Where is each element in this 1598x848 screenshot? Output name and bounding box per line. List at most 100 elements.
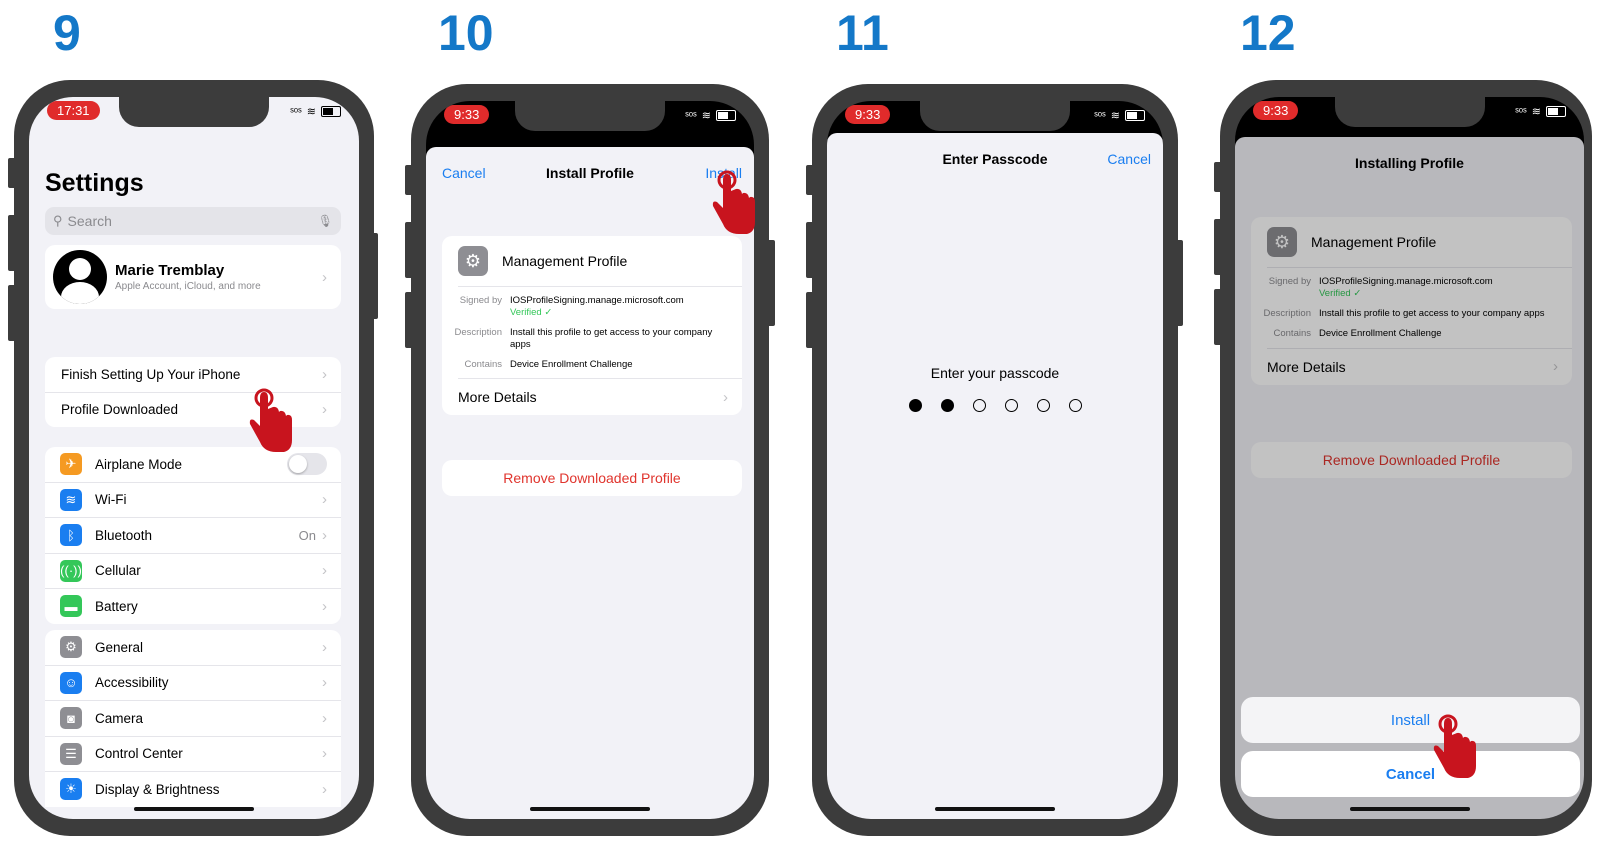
row-label: Airplane Mode (95, 456, 183, 472)
wifi-row[interactable]: ≋ Wi-Fi › (45, 483, 341, 518)
chevron-right-icon: › (723, 388, 728, 406)
step-number-10: 10 (438, 5, 494, 61)
signed-by-value: IOSProfileSigning.manage.microsoft.com (510, 295, 684, 306)
search-placeholder: Search (67, 213, 112, 229)
sos-icon: ˢᵒˢ (685, 109, 697, 122)
account-card[interactable]: Marie Tremblay Apple Account, iCloud, an… (45, 245, 341, 309)
tap-hand-icon (1433, 714, 1476, 778)
cellular-row[interactable]: ((·)) Cellular › (45, 554, 341, 589)
remove-profile-button[interactable]: Remove Downloaded Profile (442, 460, 742, 496)
sos-icon: ˢᵒˢ (290, 105, 302, 118)
sos-icon: ˢᵒˢ (1094, 109, 1106, 122)
chevron-right-icon: › (322, 674, 327, 692)
passcode-dot-empty (1068, 399, 1082, 412)
wifi-status-icon: ≋ (1531, 106, 1541, 118)
confirm-install-button[interactable]: Install (1241, 697, 1580, 743)
notch (1334, 97, 1485, 127)
search-input[interactable]: ⚲ Search 🎙 (45, 207, 341, 235)
airplane-mode-toggle[interactable] (287, 453, 327, 476)
phone-screen-1: 17:31 ˢᵒˢ ≋ Settings ⚲ Search 🎙 Marie Tre… (29, 97, 359, 819)
brightness-icon: ☀ (60, 778, 82, 801)
phone-frame-3: 9:33 ˢᵒˢ ≋ Enter Passcode Cancel Enter yo… (812, 84, 1178, 836)
chevron-right-icon: › (322, 562, 327, 580)
airplane-mode-row[interactable]: ✈ Airplane Mode (45, 447, 341, 483)
battery-status-icon (321, 106, 341, 117)
profile-name: Management Profile (502, 253, 628, 269)
camera-icon: ◙ (60, 707, 82, 730)
chevron-right-icon: › (322, 268, 327, 286)
cancel-button[interactable]: Cancel (1241, 751, 1580, 797)
wifi-status-icon: ≋ (1110, 110, 1120, 122)
profile-card: ⚙ Management Profile Signed by IOSProfile… (442, 236, 742, 416)
row-label: Control Center (95, 746, 183, 762)
phone-frame-4: 9:33 ˢᵒˢ ≋ Installing Profile ⚙ Managemen… (1220, 80, 1592, 836)
home-indicator (1349, 807, 1470, 811)
contains-value: Device Enrollment Challenge (510, 358, 633, 370)
search-icon: ⚲ (53, 213, 63, 228)
cancel-button[interactable]: Cancel (1107, 151, 1151, 167)
finish-setup-row[interactable]: Finish Setting Up Your iPhone › (45, 357, 341, 393)
passcode-dot-filled (940, 399, 954, 412)
general-row[interactable]: ⚙ General › (45, 630, 341, 666)
control-center-icon: ☰ (60, 742, 82, 765)
chevron-right-icon: › (322, 365, 327, 383)
contains-label: Contains (464, 358, 503, 370)
status-time: 9:33 (1253, 101, 1299, 120)
chevron-right-icon: › (322, 491, 327, 509)
action-sheet: Install Cancel (1241, 697, 1580, 797)
more-details-row[interactable]: More Details › (458, 379, 742, 415)
avatar (53, 250, 107, 304)
chevron-right-icon: › (322, 597, 327, 615)
accessibility-row[interactable]: ☺ Accessibility › (45, 666, 341, 701)
phone-screen-3: 9:33 ˢᵒˢ ≋ Enter Passcode Cancel Enter yo… (827, 101, 1163, 819)
cellular-icon: ((·)) (60, 559, 82, 582)
chevron-right-icon: › (322, 526, 327, 544)
battery-row[interactable]: ▬ Battery › (45, 589, 341, 624)
control-center-row[interactable]: ☰ Control Center › (45, 737, 341, 772)
profile-meta: Signed by IOSProfileSigning.manage.micros… (454, 287, 742, 380)
status-time: 17:31 (47, 101, 100, 120)
step-number-11: 11 (836, 5, 889, 61)
row-label: Battery (95, 598, 138, 614)
sos-icon: ˢᵒˢ (1515, 105, 1527, 118)
wifi-status-icon: ≋ (701, 110, 711, 122)
status-time: 9:33 (845, 105, 891, 124)
chevron-right-icon: › (322, 780, 327, 798)
display-brightness-row[interactable]: ☀ Display & Brightness › (45, 772, 341, 807)
notch (920, 101, 1070, 131)
row-label: General (95, 639, 144, 655)
nav-bar: Cancel Install Profile Install (426, 151, 754, 195)
passcode-dot-empty (1004, 399, 1018, 412)
status-icons: ˢᵒˢ ≋ (1094, 109, 1145, 122)
description-value: Install this profile to get access to yo… (510, 326, 713, 350)
status-icons: ˢᵒˢ ≋ (685, 109, 736, 122)
account-subtitle: Apple Account, iCloud, and more (115, 281, 261, 292)
status-icons: ˢᵒˢ ≋ (290, 105, 341, 118)
battery-status-icon (716, 110, 736, 121)
row-label: Camera (95, 710, 144, 726)
phone-screen-2: 9:33 ˢᵒˢ ≋ Cancel Install Profile Install… (426, 101, 754, 819)
passcode-dot-filled (908, 399, 922, 412)
row-label: Finish Setting Up Your iPhone (61, 366, 241, 382)
notch (119, 97, 269, 127)
passcode-sheet: Enter Passcode Cancel Enter your passcod… (827, 133, 1163, 819)
more-details-label: More Details (458, 389, 537, 406)
status-icons: ˢᵒˢ ≋ (1515, 105, 1566, 118)
page-title: Settings (45, 169, 144, 197)
notch (515, 101, 665, 131)
signed-by-label: Signed by (459, 295, 502, 306)
chevron-right-icon: › (322, 709, 327, 727)
bluetooth-value: On (298, 527, 316, 543)
gear-icon: ⚙ (458, 246, 488, 276)
profile-header: ⚙ Management Profile (458, 236, 742, 287)
wifi-status-icon: ≋ (306, 106, 316, 118)
chevron-right-icon: › (322, 745, 327, 763)
row-label: Bluetooth (95, 527, 153, 543)
profile-downloaded-row[interactable]: Profile Downloaded › (45, 393, 341, 428)
row-label: Cellular (95, 563, 141, 579)
passcode-dot-empty (972, 399, 986, 412)
camera-row[interactable]: ◙ Camera › (45, 701, 341, 737)
bluetooth-row[interactable]: ᛒ Bluetooth On › (45, 518, 341, 554)
microphone-icon[interactable]: 🎙 (318, 214, 333, 228)
row-label: Wi-Fi (95, 492, 127, 508)
